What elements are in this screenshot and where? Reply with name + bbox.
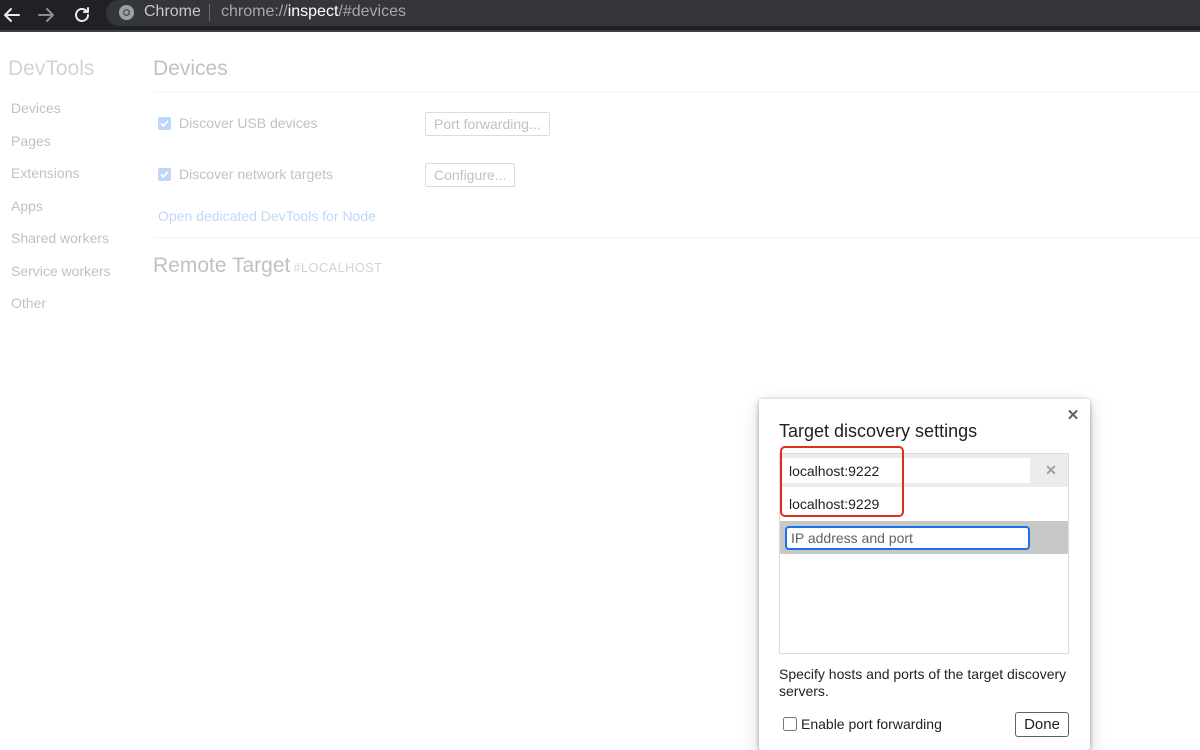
remote-target-subtitle: #LOCALHOST (293, 260, 383, 275)
target-list: localhost:9222 ✕ localhost:9229 (779, 453, 1069, 654)
target-row[interactable]: localhost:9229 (780, 487, 1068, 520)
site-name: Chrome (144, 3, 201, 20)
checkmark-icon (160, 170, 169, 178)
back-button[interactable] (0, 3, 24, 27)
port-forwarding-button[interactable]: Port forwarding... (425, 112, 550, 136)
remote-target-heading: Remote Target #LOCALHOST (153, 254, 382, 278)
remove-target-icon[interactable]: ✕ (1043, 462, 1059, 478)
arrow-right-icon (38, 8, 54, 22)
url-prefix: chrome:// (221, 3, 288, 20)
url-text[interactable]: chrome://inspect/#devices (221, 3, 406, 21)
network-checkbox[interactable] (158, 167, 171, 181)
node-devtools-link[interactable]: Open dedicated DevTools for Node (158, 208, 376, 224)
remote-target-title: Remote Target (153, 254, 291, 277)
configure-button[interactable]: Configure... (425, 163, 516, 187)
enable-port-forwarding-checkbox[interactable] (783, 717, 797, 731)
sidebar-item-apps[interactable]: Apps (11, 198, 43, 214)
url-host: inspect (287, 3, 339, 20)
network-label: Discover network targets (179, 166, 334, 182)
checkmark-icon (160, 119, 169, 127)
sidebar-item-shared-workers[interactable]: Shared workers (11, 230, 109, 246)
discover-usb-option[interactable]: Discover USB devices (158, 115, 318, 131)
target-value: localhost:9229 (789, 496, 880, 512)
sidebar-item-extensions[interactable]: Extensions (11, 165, 79, 181)
target-row[interactable]: localhost:9222 ✕ (780, 454, 1068, 487)
sidebar-item-other[interactable]: Other (11, 295, 46, 311)
forward-button[interactable] (34, 3, 58, 27)
ip-address-input[interactable] (785, 526, 1030, 550)
dialog-title: Target discovery settings (779, 421, 978, 441)
reload-button[interactable] (70, 3, 94, 27)
reload-icon (75, 7, 89, 22)
chrome-icon (118, 4, 135, 21)
sidebar-item-devices[interactable]: Devices (11, 100, 61, 116)
sidebar-item-service-workers[interactable]: Service workers (11, 263, 111, 279)
devices-divider (153, 91, 1200, 92)
sidebar-item-pages[interactable]: Pages (11, 133, 51, 149)
target-value: localhost:9222 (789, 463, 880, 479)
done-button[interactable]: Done (1015, 712, 1069, 737)
new-target-row (780, 521, 1068, 554)
target-discovery-dialog: ✕ Target discovery settings localhost:92… (759, 399, 1090, 750)
discover-network-option[interactable]: Discover network targets (158, 166, 333, 182)
help-text: Specify hosts and ports of the target di… (779, 666, 1067, 699)
devices-title: Devices (153, 57, 228, 80)
url-path: /#devices (338, 3, 406, 20)
browser-toolbar: Chrome chrome://inspect/#devices (0, 0, 1200, 32)
sidebar-title: DevTools (8, 57, 95, 80)
arrow-left-icon (4, 8, 20, 22)
close-icon[interactable]: ✕ (1066, 407, 1080, 424)
url-separator (209, 4, 210, 21)
enable-port-forwarding-label: Enable port forwarding (801, 716, 942, 732)
usb-label: Discover USB devices (179, 115, 318, 131)
node-divider (153, 237, 1200, 238)
usb-checkbox[interactable] (158, 116, 171, 130)
enable-port-forwarding-option[interactable]: Enable port forwarding (783, 716, 942, 732)
